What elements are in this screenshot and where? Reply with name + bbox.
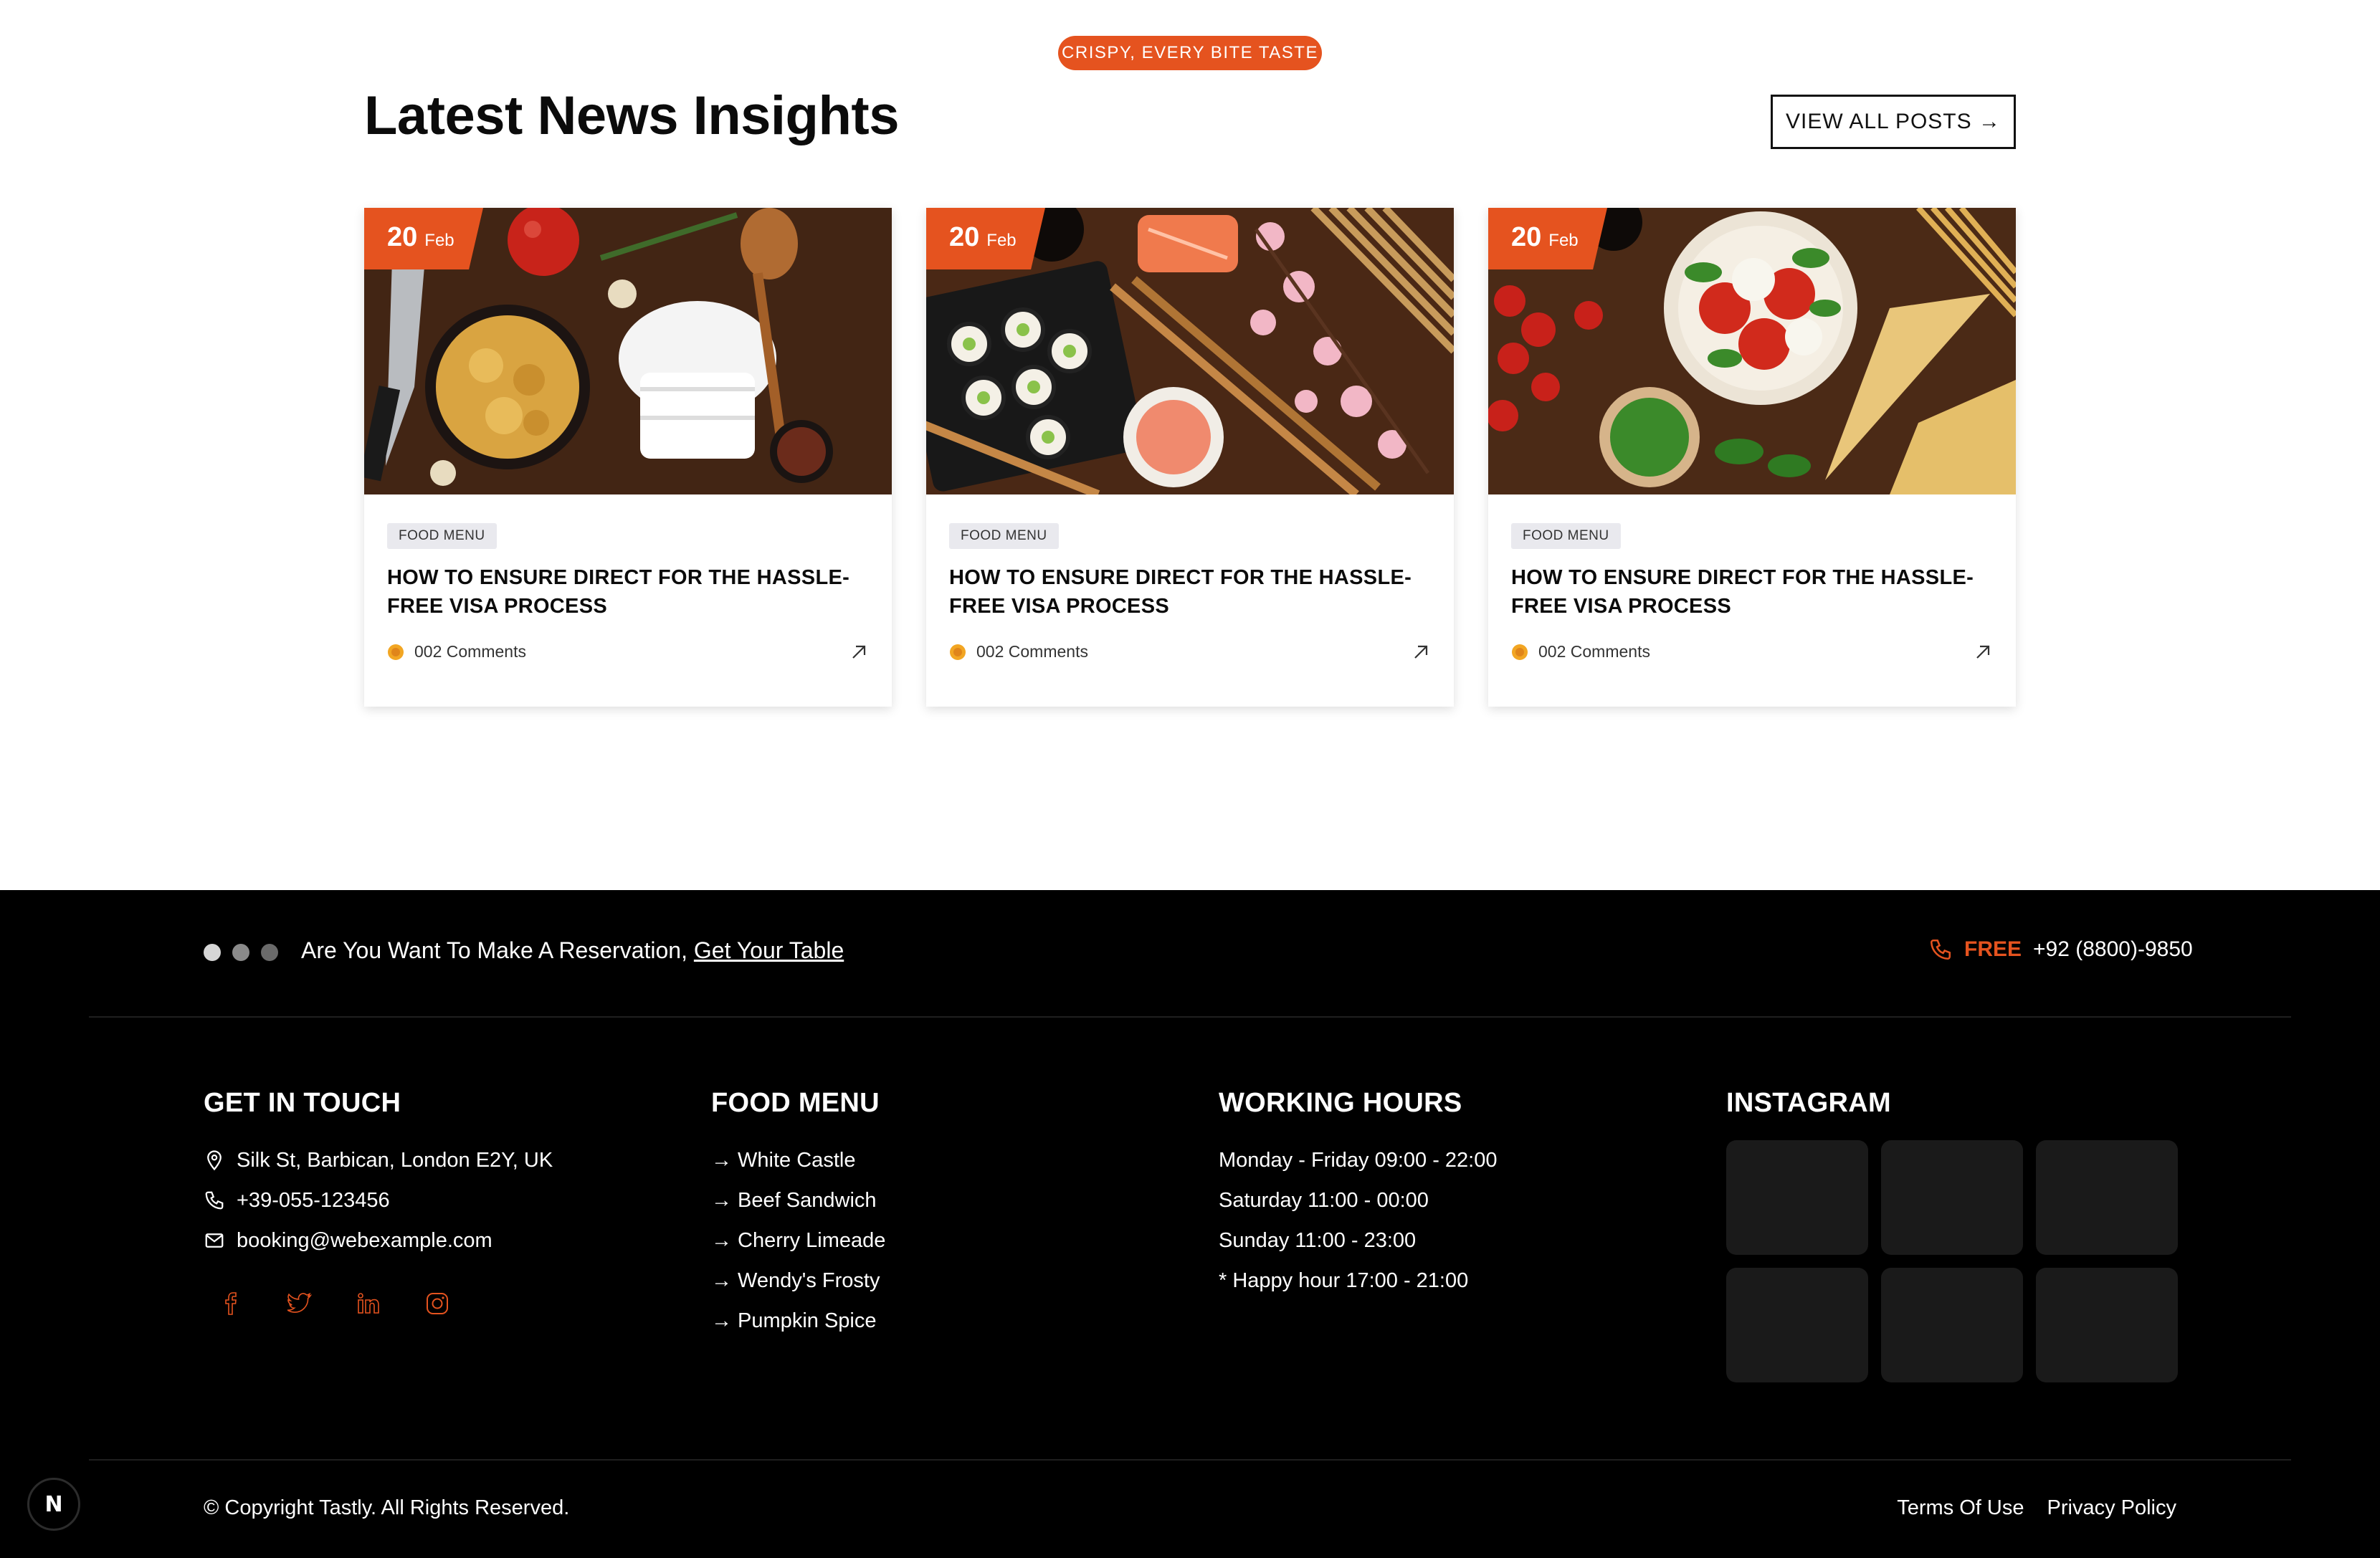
contact-column: GET IN TOUCH Silk St, Barbican, London E… (204, 1088, 553, 1321)
instagram-column: INSTAGRAM (1726, 1088, 2178, 1382)
terms-link[interactable]: Terms Of Use (1897, 1496, 2024, 1520)
free-phone-number: +92 (8800)-9850 (2033, 937, 2193, 961)
arrow-up-right-icon[interactable] (849, 642, 869, 662)
copyright-text: © Copyright Tastly. All Rights Reserved. (204, 1496, 570, 1519)
post-date-month: Feb (986, 231, 1017, 250)
news-section: CRISPY, EVERY BITE TASTE Latest News Ins… (0, 0, 2380, 890)
section-tagline: CRISPY, EVERY BITE TASTE (1058, 36, 1322, 70)
comments-count: 002 Comments (1538, 642, 1650, 661)
legal-links: Terms Of Use Privacy Policy (1897, 1496, 2176, 1520)
facebook-icon[interactable] (214, 1286, 248, 1321)
post-category-tag[interactable]: FOOD MENU (1511, 523, 1621, 549)
post-category-tag[interactable]: FOOD MENU (387, 523, 497, 549)
menu-item[interactable]: → Cherry Limeade (711, 1220, 885, 1261)
post-date-month: Feb (1548, 231, 1579, 250)
twitter-icon[interactable] (282, 1286, 317, 1321)
phone-icon (205, 1191, 224, 1210)
post-title[interactable]: HOW TO ENSURE DIRECT FOR THE HASSLE-FREE… (1511, 563, 1999, 621)
instagram-tile[interactable] (1726, 1268, 1868, 1382)
dot-3 (261, 944, 278, 961)
address-text: Silk St, Barbican, London E2Y, UK (237, 1148, 553, 1172)
post-date: 20 Feb (926, 208, 1045, 269)
contact-heading: GET IN TOUCH (204, 1088, 401, 1118)
instagram-icon[interactable] (420, 1286, 454, 1321)
post-title[interactable]: HOW TO ENSURE DIRECT FOR THE HASSLE-FREE… (387, 563, 875, 621)
mail-icon (205, 1233, 224, 1248)
post-date-day: 20 (1511, 222, 1542, 252)
social-links (204, 1286, 553, 1321)
instagram-tile[interactable] (1726, 1140, 1868, 1255)
post-comments[interactable]: 002 Comments (949, 642, 1088, 661)
section-title: Latest News Insights (364, 85, 899, 146)
email-line[interactable]: booking@webexample.com (204, 1220, 553, 1261)
divider (89, 1459, 2291, 1461)
window-dots (204, 944, 278, 961)
address-line: Silk St, Barbican, London E2Y, UK (204, 1140, 553, 1180)
comment-icon (1512, 644, 1528, 660)
menu-item[interactable]: → Wendy's Frosty (711, 1261, 885, 1301)
menu-item[interactable]: → White Castle (711, 1140, 885, 1180)
working-hours-column: WORKING HOURS Monday - Friday 09:00 - 22… (1219, 1088, 1497, 1301)
news-card[interactable]: 20 Feb FOOD MENU HOW TO ENSURE DIRECT FO… (926, 208, 1454, 707)
comments-count: 002 Comments (414, 642, 526, 661)
post-date-month: Feb (424, 231, 454, 250)
reservation-text: Are You Want To Make A Reservation, (301, 937, 687, 963)
post-category-tag[interactable]: FOOD MENU (949, 523, 1059, 549)
instagram-tile[interactable] (1881, 1140, 2023, 1255)
instagram-tile[interactable] (2036, 1268, 2178, 1382)
hours-line: Sunday 11:00 - 23:00 (1219, 1228, 1417, 1252)
post-comments[interactable]: 002 Comments (1511, 642, 1650, 661)
view-all-posts-button[interactable]: VIEW ALL POSTS → (1771, 95, 2016, 149)
working-hours-heading: WORKING HOURS (1219, 1088, 1462, 1118)
email-text: booking@webexample.com (237, 1228, 492, 1252)
menu-item[interactable]: → Beef Sandwich (711, 1180, 885, 1220)
arrow-up-right-icon[interactable] (1973, 642, 1993, 662)
post-date: 20 Feb (364, 208, 483, 269)
hours-line: Saturday 11:00 - 00:00 (1219, 1188, 1429, 1212)
dot-1 (204, 944, 221, 961)
instagram-heading: INSTAGRAM (1726, 1088, 1891, 1118)
menu-item[interactable]: → Pumpkin Spice (711, 1301, 885, 1341)
site-footer: Are You Want To Make A Reservation, Get … (0, 890, 2380, 1558)
phone-line[interactable]: +39-055-123456 (204, 1180, 553, 1220)
phone-icon (1930, 939, 1951, 960)
hours-line: Monday - Friday 09:00 - 22:00 (1219, 1148, 1498, 1172)
comments-count: 002 Comments (976, 642, 1088, 661)
post-date-day: 20 (387, 222, 418, 252)
comment-icon (950, 644, 966, 660)
instagram-tile[interactable] (1881, 1268, 2023, 1382)
divider (89, 1016, 2291, 1018)
instagram-grid (1726, 1140, 2178, 1382)
free-phone[interactable]: FREE +92 (8800)-9850 (1928, 937, 2193, 962)
comment-icon (388, 644, 404, 660)
linkedin-icon[interactable] (351, 1286, 386, 1321)
dot-2 (232, 944, 249, 961)
phone-text: +39-055-123456 (237, 1188, 390, 1212)
get-your-table-link[interactable]: Get Your Table (694, 937, 844, 963)
food-menu-heading: FOOD MENU (711, 1088, 880, 1118)
news-card[interactable]: 20 Feb FOOD MENU HOW TO ENSURE DIRECT FO… (1488, 208, 2016, 707)
post-date-day: 20 (949, 222, 980, 252)
reservation-banner: Are You Want To Make A Reservation, Get … (301, 937, 844, 964)
dev-tools-badge[interactable]: N (27, 1478, 80, 1531)
arrow-up-right-icon[interactable] (1411, 642, 1431, 662)
instagram-tile[interactable] (2036, 1140, 2178, 1255)
post-title[interactable]: HOW TO ENSURE DIRECT FOR THE HASSLE-FREE… (949, 563, 1437, 621)
privacy-link[interactable]: Privacy Policy (2047, 1496, 2177, 1520)
post-comments[interactable]: 002 Comments (387, 642, 526, 661)
location-pin-icon (207, 1150, 222, 1171)
food-menu-column: FOOD MENU → White Castle → Beef Sandwich… (711, 1088, 885, 1341)
post-date: 20 Feb (1488, 208, 1607, 269)
hours-line: * Happy hour 17:00 - 21:00 (1219, 1268, 1469, 1292)
news-card[interactable]: 20 Feb FOOD MENU HOW TO ENSURE DIRECT FO… (364, 208, 892, 707)
free-label: FREE (1964, 937, 2022, 961)
